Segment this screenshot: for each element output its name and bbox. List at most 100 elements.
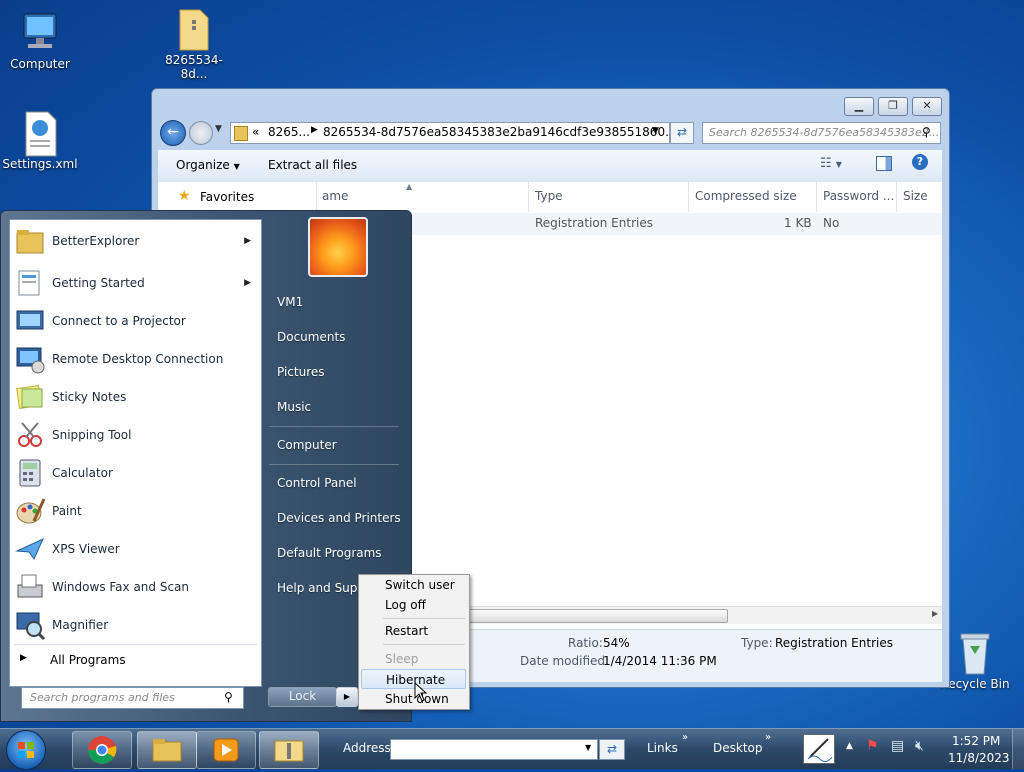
program-item[interactable]: Snipping Tool: [10, 416, 261, 454]
program-item[interactable]: XPS Viewer: [10, 530, 261, 568]
power-options-button[interactable]: ▶: [336, 687, 358, 707]
column-header-size[interactable]: Size: [897, 182, 942, 212]
close-button[interactable]: ✕: [912, 97, 942, 116]
go-arrow-icon: ⇄: [606, 742, 618, 756]
breadcrumb-item[interactable]: 8265534-8d7576ea58345383e2ba9146cdf3e938…: [323, 125, 677, 139]
desktop-icon-label: Settings.xml: [2, 157, 78, 171]
taskbar: Address ▼ ⇄ Links » Desktop » ▲ ⚑ ▤ 🔇︎ 1…: [0, 728, 1024, 770]
menu-item-log-off[interactable]: Log off: [359, 595, 469, 615]
program-item[interactable]: Windows Fax and Scan: [10, 568, 261, 606]
start-item-computer[interactable]: Computer: [277, 438, 337, 452]
refresh-button[interactable]: ⇄: [670, 122, 694, 144]
pen-input-icon[interactable]: [803, 734, 835, 764]
scrollbar-thumb[interactable]: [468, 609, 728, 623]
extract-all-button[interactable]: Extract all files: [268, 158, 357, 172]
start-item-user[interactable]: VM1: [277, 295, 303, 309]
user-picture[interactable]: [308, 217, 368, 277]
breadcrumb-item[interactable]: 8265...: [268, 125, 310, 139]
calculator-icon: [14, 457, 46, 489]
column-header-type[interactable]: Type: [529, 182, 689, 212]
taskbar-go-button[interactable]: ⇄: [599, 739, 625, 760]
date-modified-label: Date modified:: [520, 654, 610, 668]
program-item[interactable]: Magnifier: [10, 606, 261, 644]
menu-item-switch-user[interactable]: Switch user: [359, 575, 469, 595]
row-password: No: [823, 216, 840, 230]
remote-desktop-icon: [14, 343, 46, 375]
column-header-compressed-size[interactable]: Compressed size: [689, 182, 817, 212]
program-item[interactable]: Paint: [10, 492, 261, 530]
taskbar-media-player[interactable]: [196, 731, 256, 769]
double-chevron-icon[interactable]: »: [682, 732, 688, 743]
column-header-name[interactable]: ame ▲: [316, 182, 529, 212]
sort-arrow-icon: ▲: [406, 182, 413, 191]
links-toolbar-label[interactable]: Links: [647, 741, 678, 755]
horizontal-scrollbar[interactable]: ▶: [468, 606, 942, 624]
clock-date[interactable]: 11/8/2023: [948, 751, 1010, 765]
taskbar-address-input[interactable]: ▼: [390, 739, 598, 760]
taskbar-explorer[interactable]: [137, 731, 197, 769]
help-icon[interactable]: ?: [912, 154, 928, 170]
action-center-flag-icon[interactable]: ⚑: [866, 738, 879, 754]
back-arrow-icon: ←: [167, 124, 179, 140]
forward-button[interactable]: [189, 121, 213, 145]
scroll-right-icon[interactable]: ▶: [932, 609, 938, 618]
recent-pages-dropdown[interactable]: ▼: [215, 124, 222, 134]
desktop-icon-zip-folder[interactable]: 8265534-8d...: [154, 6, 234, 81]
column-label: ame: [322, 189, 349, 203]
program-item[interactable]: Getting Started ▶: [10, 264, 261, 302]
search-icon: ⚲: [224, 690, 233, 704]
desktop-icon-settings-xml[interactable]: Settings.xml: [0, 110, 80, 171]
submenu-arrow-icon: ▶: [244, 278, 251, 288]
program-item[interactable]: Sticky Notes: [10, 378, 261, 416]
address-bar[interactable]: « 8265... ▶ 8265534-8d7576ea58345383e2ba…: [230, 122, 677, 144]
chevron-down-icon[interactable]: ▼: [585, 743, 591, 752]
menu-item-restart[interactable]: Restart: [359, 621, 469, 641]
search-icon[interactable]: ⚲: [922, 125, 931, 139]
restore-button[interactable]: ❐: [878, 97, 908, 116]
menu-item-sleep[interactable]: Sleep: [359, 649, 469, 669]
start-item-pictures[interactable]: Pictures: [277, 365, 325, 379]
submenu-arrow-icon: ▶: [244, 236, 251, 246]
network-icon[interactable]: ▤: [891, 738, 904, 754]
address-dropdown-icon[interactable]: ▼: [652, 126, 659, 136]
start-search-box[interactable]: Search programs and files ⚲: [21, 687, 244, 709]
nav-favorites[interactable]: Favorites: [200, 190, 254, 204]
start-item-music[interactable]: Music: [277, 400, 311, 414]
program-item[interactable]: BetterExplorer ▶: [10, 222, 261, 260]
start-item-default-programs[interactable]: Default Programs: [277, 546, 382, 560]
type-value: Registration Entries: [775, 636, 893, 650]
taskbar-chrome[interactable]: [72, 731, 132, 769]
double-chevron-icon[interactable]: »: [765, 732, 771, 743]
start-item-control-panel[interactable]: Control Panel: [277, 476, 357, 490]
program-label: Windows Fax and Scan: [52, 580, 190, 594]
program-label: Connect to a Projector: [52, 314, 186, 328]
organize-menu[interactable]: Organize ▼: [176, 158, 240, 172]
view-options-icon[interactable]: ☷ ▼: [820, 156, 842, 171]
column-label: Compressed size: [695, 189, 797, 203]
start-item-documents[interactable]: Documents: [277, 330, 345, 344]
desktop-icon-computer[interactable]: Computer: [0, 10, 80, 71]
show-desktop-button[interactable]: [1012, 729, 1024, 769]
search-box[interactable]: Search 8265534-8d7576ea58345383e2... ⚲: [702, 122, 941, 144]
clock-time[interactable]: 1:52 PM: [952, 734, 1000, 748]
back-button[interactable]: ←: [160, 120, 186, 146]
desktop-toolbar-label[interactable]: Desktop: [713, 741, 763, 755]
start-item-devices-printers[interactable]: Devices and Printers: [277, 511, 401, 525]
show-hidden-icons[interactable]: ▲: [846, 741, 853, 751]
breadcrumb-overflow[interactable]: «: [252, 125, 259, 139]
program-item[interactable]: Remote Desktop Connection: [10, 340, 261, 378]
preview-pane-icon[interactable]: [876, 156, 892, 171]
volume-muted-icon[interactable]: 🔇︎: [915, 738, 924, 754]
program-item[interactable]: Calculator: [10, 454, 261, 492]
recycle-bin-icon: [953, 630, 997, 675]
column-header-password[interactable]: Password ...: [817, 182, 897, 212]
program-label: Getting Started: [52, 276, 145, 290]
folder-icon: [152, 739, 182, 762]
all-programs-button[interactable]: ▶ All Programs: [10, 648, 261, 672]
taskbar-zip-folder[interactable]: [259, 731, 319, 769]
breadcrumb-separator-icon[interactable]: ▶: [311, 125, 318, 135]
minimize-button[interactable]: ▁: [844, 97, 874, 116]
start-button[interactable]: [6, 730, 46, 770]
lock-button[interactable]: Lock: [268, 687, 337, 707]
program-item[interactable]: Connect to a Projector: [10, 302, 261, 340]
